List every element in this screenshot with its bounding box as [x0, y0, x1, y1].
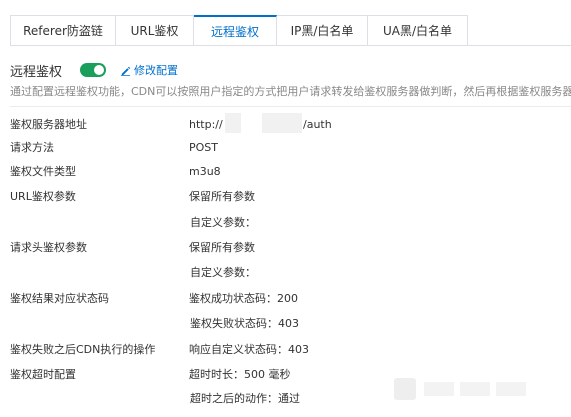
timeout-label: 鉴权超时配置 — [10, 368, 76, 381]
tab-remote-auth[interactable]: 远程鉴权 — [194, 15, 277, 46]
result-status-label: 鉴权结果对应状态码 — [10, 292, 109, 305]
server-address-prefix: http:// — [189, 118, 223, 131]
url-params-custom: 自定义参数： — [190, 216, 256, 229]
fail-action-label: 鉴权失败之后CDN执行的操作 — [10, 343, 156, 356]
toggle-knob — [94, 65, 105, 75]
method-label: 请求方法 — [10, 141, 54, 154]
timeout-duration-value: 超时时长：500 毫秒 — [189, 368, 291, 381]
success-status-value: 鉴权成功状态码：200 — [189, 292, 298, 305]
file-type-label: 鉴权文件类型 — [10, 165, 76, 178]
redacted-block — [225, 113, 241, 133]
redacted-block — [262, 113, 302, 133]
server-address-label: 鉴权服务器地址 — [10, 118, 87, 131]
watermark-logo — [394, 378, 526, 400]
tab-bar: Referer防盗链 URL鉴权 远程鉴权 IP黑/白名单 UA黑/白名单 — [10, 15, 468, 46]
file-type-value: m3u8 — [189, 165, 221, 178]
url-params-label: URL鉴权参数 — [10, 190, 76, 203]
tab-ip-list[interactable]: IP黑/白名单 — [277, 15, 368, 46]
header-params-value: 保留所有参数 — [189, 241, 255, 254]
edit-icon — [120, 66, 131, 76]
fail-action-value: 响应自定义状态码：403 — [189, 343, 309, 356]
tab-url-auth[interactable]: URL鉴权 — [116, 15, 194, 46]
tab-divider — [10, 45, 571, 46]
server-address-suffix: /auth — [303, 118, 332, 131]
section-title: 远程鉴权 — [10, 64, 63, 80]
edit-config-label: 修改配置 — [134, 64, 179, 77]
timeout-action-value: 超时之后的动作：通过 — [190, 392, 300, 405]
edit-config-link[interactable]: 修改配置 — [120, 62, 178, 78]
remote-auth-toggle[interactable] — [80, 63, 107, 77]
header-params-custom: 自定义参数： — [190, 266, 256, 279]
section-description: 通过配置远程鉴权功能，CDN可以按照用户指定的方式把用户请求转发给鉴权服务器做判… — [10, 85, 571, 98]
url-params-value: 保留所有参数 — [189, 190, 255, 203]
section-header: 远程鉴权 修改配置 — [10, 61, 178, 80]
tab-ua-list[interactable]: UA黑/白名单 — [368, 15, 468, 46]
description-divider — [10, 106, 571, 107]
tab-referer[interactable]: Referer防盗链 — [10, 15, 116, 46]
fail-status-value: 鉴权失败状态码：403 — [190, 317, 299, 330]
header-params-label: 请求头鉴权参数 — [10, 241, 87, 254]
method-value: POST — [189, 141, 218, 154]
